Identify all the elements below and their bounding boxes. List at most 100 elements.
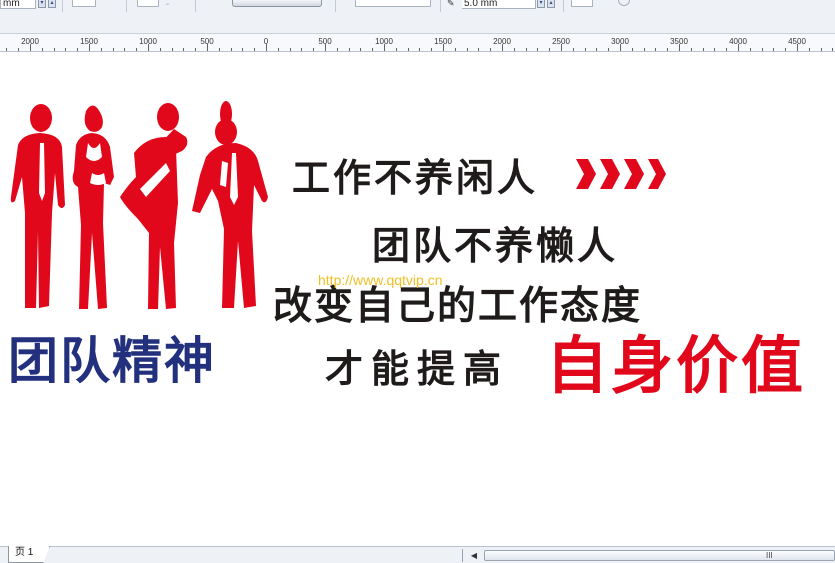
spin-down-button[interactable]: ▾: [537, 0, 545, 8]
drawing-canvas[interactable]: 团队精神 工作不养闲人 团队不养懒人 改变自己的工作态度 才能提高 自身价值 h…: [0, 53, 835, 546]
ruler-tick: [667, 48, 668, 51]
silhouette-person-1: [10, 104, 65, 308]
ruler-tick: [419, 48, 420, 51]
silhouette-person-2: [72, 105, 114, 309]
ruler-tick: [349, 48, 350, 51]
ruler-tick: [54, 48, 55, 51]
ruler-tick: [809, 48, 810, 51]
ruler-tick: [549, 48, 550, 51]
ruler-tick: [160, 48, 161, 51]
ruler-tick: [821, 48, 822, 51]
slogan-line-4: 才能提高: [325, 347, 510, 391]
ruler-tick: [832, 48, 833, 51]
ruler-tick: [561, 44, 562, 51]
ruler-tick: [773, 48, 774, 51]
ruler-tick: [431, 48, 432, 51]
team-silhouettes-image: [10, 101, 268, 309]
ruler-tick: [301, 48, 302, 51]
ruler-tick: [585, 48, 586, 51]
wrap-text-button[interactable]: [571, 0, 593, 7]
ruler-tick: [514, 48, 515, 51]
outline-width-field[interactable]: 5.0 mm: [462, 0, 536, 9]
ruler-tick: [620, 44, 621, 51]
unit-label: mm: [3, 0, 20, 9]
ruler-tick: [219, 48, 220, 51]
horizontal-scrollbar[interactable]: [484, 550, 835, 561]
separator: [335, 0, 336, 12]
silhouette-person-4: [192, 101, 268, 308]
spin-up-button[interactable]: ▴: [547, 0, 555, 8]
ruler-tick: [372, 48, 373, 51]
ruler-tick: [467, 48, 468, 51]
ruler-tick: [726, 48, 727, 51]
ruler-tick: [608, 48, 609, 51]
ruler-tick: [6, 48, 7, 51]
ruler-tick: [183, 48, 184, 51]
ruler-tick: [384, 44, 385, 51]
outline-width-value: 5.0 mm: [464, 0, 498, 9]
spin-down-button[interactable]: ▾: [38, 0, 46, 8]
ruler-tick: [679, 44, 680, 51]
ruler-tick: [490, 48, 491, 51]
spin-up-button[interactable]: ▴: [48, 0, 56, 8]
ruler-tick: [18, 48, 19, 51]
separator: [462, 549, 463, 562]
ruler-tick: [337, 48, 338, 51]
page-tab-1[interactable]: 页 1: [8, 546, 50, 563]
circle-icon[interactable]: [618, 0, 630, 6]
ruler-tick: [750, 48, 751, 51]
property-bar: mm ▾ ▴ ··· ✎ 5.0 mm ▾ ▴: [0, 0, 835, 34]
ruler-tick: [455, 48, 456, 51]
ruler-tick: [325, 44, 326, 51]
separator: [126, 0, 127, 12]
dots-icon: ···: [165, 1, 170, 8]
fill-swatch-button[interactable]: [72, 0, 96, 7]
ruler-tick: [632, 48, 633, 51]
ruler-tick: [290, 48, 291, 51]
scroll-left-arrow-icon[interactable]: ◀: [467, 549, 481, 562]
ruler-tick: [65, 48, 66, 51]
ruler-tick: [231, 48, 232, 51]
ruler-tick: [738, 44, 739, 51]
ruler-tick: [101, 48, 102, 51]
ruler-tick: [655, 48, 656, 51]
document-navigator: 页 1 ◀ III: [0, 546, 835, 563]
ruler-tick: [360, 48, 361, 51]
ruler-tick: [526, 48, 527, 51]
ruler-tick: [502, 44, 503, 51]
watermark-text: http://www.qqtvip.cn: [318, 272, 443, 288]
object-size-button[interactable]: [137, 0, 159, 7]
ruler-tick: [77, 48, 78, 51]
ruler-tick: [42, 48, 43, 51]
ruler-tick: [242, 48, 243, 51]
ruler-tick: [762, 48, 763, 51]
ruler-tick: [124, 48, 125, 51]
ruler-tick: [443, 44, 444, 51]
ruler-tick: [195, 48, 196, 51]
pen-nib-icon: ✎: [447, 0, 455, 8]
scrollbar-grip[interactable]: III: [766, 550, 773, 561]
ruler-tick: [113, 48, 114, 51]
ruler-tick: [313, 48, 314, 51]
ruler-tick: [691, 48, 692, 51]
width-field[interactable]: mm: [0, 0, 36, 9]
slogan-line-1: 工作不养闲人: [292, 156, 539, 200]
outline-style-dropdown[interactable]: [232, 0, 322, 7]
ruler-tick: [714, 48, 715, 51]
separator: [440, 0, 441, 12]
rotation-field[interactable]: [355, 0, 431, 7]
ruler-tick: [30, 44, 31, 51]
ruler-tick: [797, 44, 798, 51]
separator: [563, 0, 564, 12]
ruler-tick: [573, 48, 574, 51]
ruler-tick: [148, 44, 149, 51]
ruler-tick: [408, 48, 409, 51]
ruler-tick: [254, 48, 255, 51]
horizontal-ruler[interactable]: 2000 1500 1000 500 0 500 1000 1500 2000 2500 3000 3…: [0, 34, 835, 52]
ruler-tick: [207, 44, 208, 51]
ruler-tick: [396, 48, 397, 51]
ruler-tick: [136, 48, 137, 51]
chevron-arrows-icon: [576, 159, 666, 189]
slogan-highlight: 自身价值: [546, 329, 807, 402]
ruler-tick: [278, 48, 279, 51]
